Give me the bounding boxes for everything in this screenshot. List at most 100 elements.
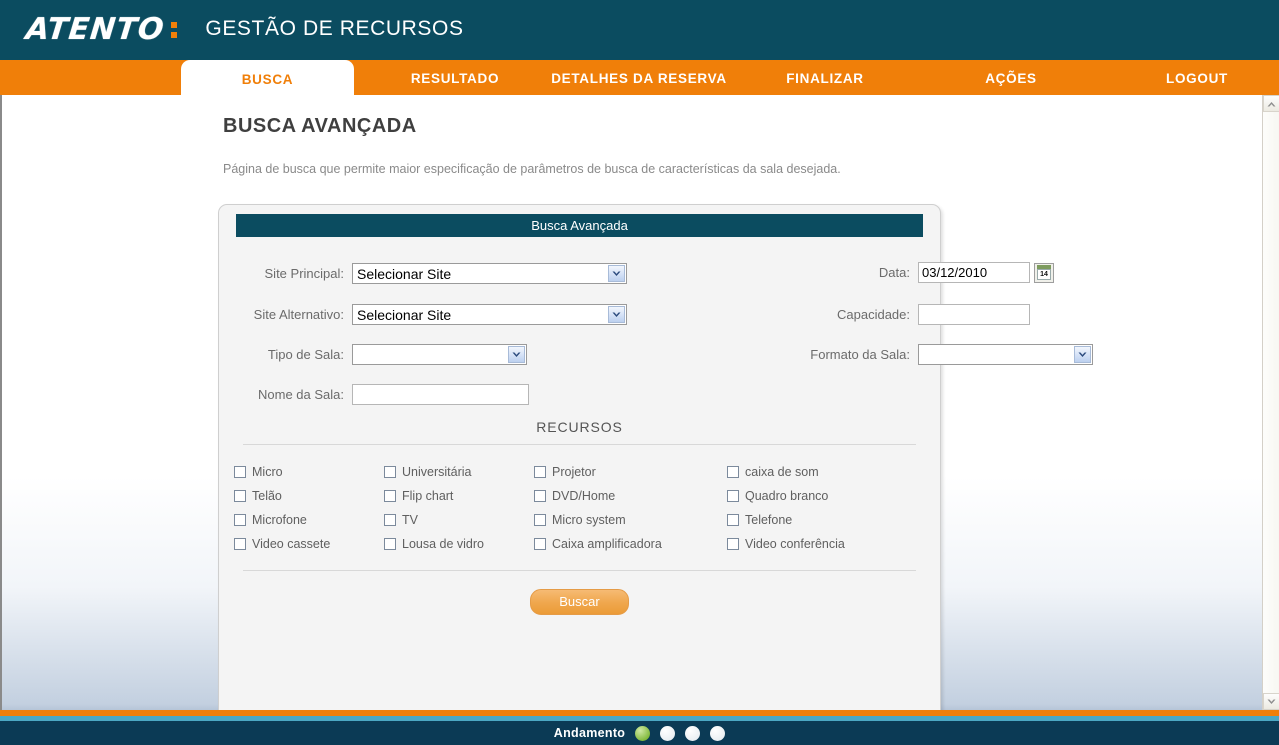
resources-section-title: RECURSOS [536,419,623,435]
vertical-scrollbar[interactable] [1262,95,1279,710]
logo-wordmark: ATENTO [24,11,167,47]
select-formato-da-sala[interactable] [918,344,1093,365]
checkbox-label: Telão [252,489,282,503]
checkbox-item[interactable]: Quadro branco [727,489,917,503]
checkbox-item[interactable]: Video conferência [727,537,917,551]
search-form: Site Principal: Selecionar Site Data: 14 [219,255,1093,415]
tab-label: BUSCA [241,72,294,87]
page-title: BUSCA AVANÇADA [223,115,417,137]
tab-label: AÇÕES [985,71,1037,86]
content-area: BUSCA AVANÇADA Página de busca que permi… [0,95,1262,710]
checkbox-item[interactable]: Lousa de vidro [384,537,534,551]
search-button[interactable]: Buscar [530,589,629,615]
progress-step-4 [710,725,726,741]
checkbox-label: Projetor [552,465,596,479]
checkbox-label: Video cassete [252,537,331,551]
resources-divider-top [243,444,916,445]
submit-row: Buscar [219,589,940,615]
tab-resultado[interactable]: RESULTADO [374,60,536,97]
resources-checkbox-grid: Micro Universitária Projetor caixa de som Te… [234,465,940,551]
application-window: ATENTO GESTÃO DE RECURSOS BUSCA RESULTADO… [0,0,1279,745]
checkbox-box[interactable] [384,514,396,526]
checkbox-box[interactable] [384,466,396,478]
checkbox-label: Telefone [745,513,793,527]
checkbox-label: Microfone [252,513,307,527]
progress-step-1 [635,725,651,741]
select-site-alternativo-value: Selecionar Site [357,306,452,323]
tab-finalizar[interactable]: FINALIZAR [744,60,906,97]
checkbox-item[interactable]: Projetor [534,465,727,479]
select-tipo-de-sala[interactable] [352,344,527,365]
calendar-icon-day: 14 [1037,268,1051,280]
checkbox-label: TV [402,513,418,527]
checkbox-box[interactable] [534,490,546,502]
scroll-down-button[interactable] [1263,693,1279,710]
tab-busca[interactable]: BUSCA [181,60,354,99]
scroll-up-button[interactable] [1263,95,1279,112]
checkbox-box[interactable] [534,466,546,478]
checkbox-box[interactable] [234,490,246,502]
scrollbar-track[interactable] [1263,112,1279,693]
select-site-principal[interactable]: Selecionar Site [352,263,627,284]
checkbox-item[interactable]: TV [384,513,534,527]
select-site-alternativo[interactable]: Selecionar Site [352,304,627,325]
panel-header-title: Busca Avançada [236,214,923,237]
checkbox-box[interactable] [234,466,246,478]
checkbox-box[interactable] [727,490,739,502]
checkbox-item[interactable]: caixa de som [727,465,917,479]
capacity-input[interactable] [918,304,1030,325]
checkbox-item[interactable]: DVD/Home [534,489,727,503]
checkbox-item[interactable]: Universitária [384,465,534,479]
checkbox-item[interactable]: Caixa amplificadora [534,537,727,551]
tab-a-es[interactable]: AÇÕES [930,60,1092,97]
field-site-alternativo: Site Alternativo: Selecionar Site [245,304,627,325]
date-input[interactable] [918,262,1030,283]
calendar-icon[interactable]: 14 [1034,262,1054,283]
checkbox-label: Micro system [552,513,626,527]
checkbox-item[interactable]: Telefone [727,513,917,527]
checkbox-item[interactable]: Microfone [234,513,384,527]
checkbox-box[interactable] [534,538,546,550]
field-nome-da-sala: Nome da Sala: [245,384,529,405]
checkbox-box[interactable] [727,514,739,526]
checkbox-box[interactable] [384,490,396,502]
logo-colon-icon [171,22,178,38]
chevron-down-icon [508,346,525,363]
checkbox-label: caixa de som [745,465,819,479]
checkbox-box[interactable] [234,514,246,526]
checkbox-box[interactable] [727,466,739,478]
checkbox-item[interactable]: Flip chart [384,489,534,503]
resources-divider-bottom [243,570,916,571]
checkbox-label: Lousa de vidro [402,537,485,551]
tab-detalhes-da-reserva[interactable]: DETALHES DA RESERVA [536,60,742,97]
tab-label: DETALHES DA RESERVA [551,71,727,86]
tab-label: FINALIZAR [786,71,864,86]
checkbox-item[interactable]: Micro [234,465,384,479]
checkbox-item[interactable]: Video cassete [234,537,384,551]
progress-footer: Andamento [0,721,1279,745]
checkbox-box[interactable] [727,538,739,550]
tab-label: LOGOUT [1166,71,1228,86]
checkbox-label: Caixa amplificadora [552,537,662,551]
label-capacidade: Capacidade: [837,307,910,322]
tab-label: RESULTADO [410,71,500,86]
checkbox-item[interactable]: Micro system [534,513,727,527]
checkbox-label: Universitária [402,465,472,479]
progress-step-2 [660,725,676,741]
page-header-title: GESTÃO DE RECURSOS [205,17,464,40]
checkbox-box[interactable] [534,514,546,526]
field-data: Data: 14 [850,262,1054,283]
checkbox-label: Flip chart [402,489,454,503]
field-site-principal: Site Principal: Selecionar Site [245,263,627,284]
tab-logout[interactable]: LOGOUT [1116,60,1278,97]
checkbox-box[interactable] [234,538,246,550]
page-description: Página de busca que permite maior especi… [223,162,841,176]
chevron-down-icon [1074,346,1091,363]
chevron-down-icon [608,306,625,323]
room-name-input[interactable] [352,384,529,405]
checkbox-item[interactable]: Telão [234,489,384,503]
select-site-principal-value: Selecionar Site [357,265,452,282]
checkbox-box[interactable] [384,538,396,550]
label-data: Data: [878,265,910,280]
progress-label: Andamento [553,726,626,740]
